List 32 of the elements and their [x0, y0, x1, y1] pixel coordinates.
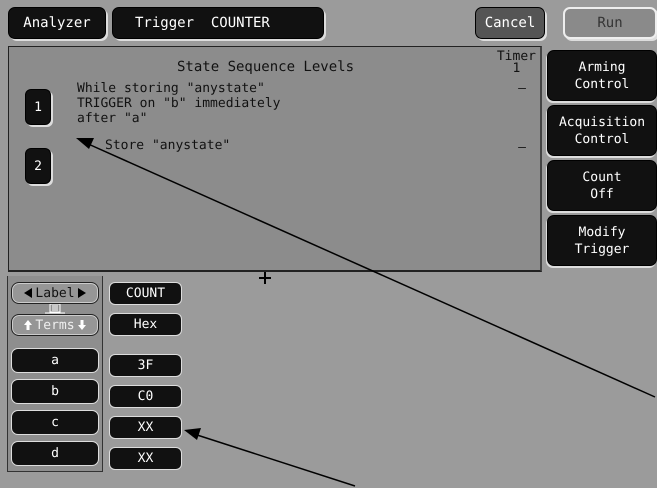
- timer-value: –: [518, 140, 526, 155]
- label-field[interactable]: COUNT: [109, 282, 182, 305]
- down-arrow-icon: [78, 320, 86, 330]
- menu-button[interactable]: Analyzer: [8, 7, 106, 39]
- sequence-text: While storing "anystate" TRIGGER on "b" immediately after "a": [77, 81, 282, 126]
- value-field[interactable]: XX: [109, 447, 182, 470]
- action-button[interactable]: Cancel: [475, 7, 545, 39]
- crosshair-icon: [259, 272, 271, 284]
- value-field[interactable]: 3F: [109, 354, 182, 377]
- up-arrow-icon: [24, 320, 32, 330]
- menu-button[interactable]: Acquisition Control: [547, 105, 657, 156]
- menu-button[interactable]: Modify Trigger: [547, 215, 657, 266]
- term-button[interactable]: b: [11, 379, 99, 404]
- term-button[interactable]: c: [11, 410, 99, 435]
- term-button[interactable]: d: [11, 441, 99, 466]
- right-arrow-icon: [78, 288, 86, 298]
- timer-value: –: [518, 81, 526, 96]
- label-selector[interactable]: Label: [11, 282, 99, 304]
- knob-icon: [45, 304, 65, 314]
- left-arrow-icon: [24, 288, 32, 298]
- level-button[interactable]: 2: [25, 148, 51, 184]
- value-field[interactable]: C0: [109, 385, 182, 408]
- panel-title: State Sequence Levels: [177, 59, 354, 75]
- menu-button[interactable]: Arming Control: [547, 50, 657, 101]
- value-field[interactable]: XX: [109, 416, 182, 439]
- sequence-text: Store "anystate": [105, 138, 232, 153]
- menu-button[interactable]: Count Off: [547, 160, 657, 211]
- menu-button[interactable]: Trigger COUNTER: [112, 7, 324, 39]
- timer-heading: Timer 1: [496, 51, 536, 75]
- term-button[interactable]: a: [11, 348, 99, 373]
- level-button[interactable]: 1: [25, 89, 51, 125]
- base-field[interactable]: Hex: [109, 313, 182, 336]
